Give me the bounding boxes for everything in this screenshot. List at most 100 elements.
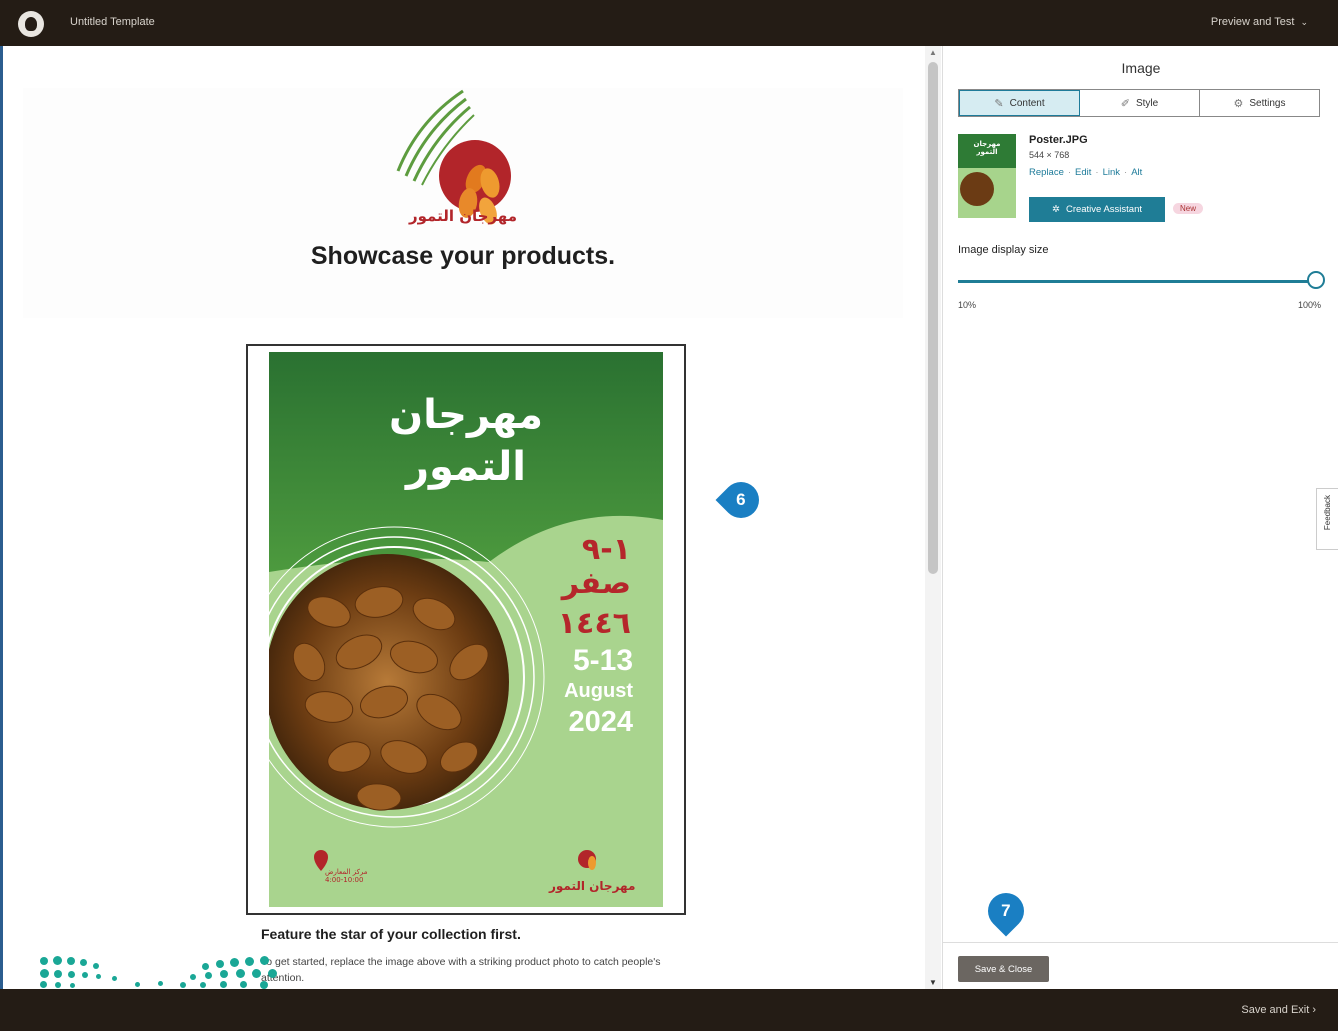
tab-settings-label: Settings xyxy=(1249,97,1286,109)
dot xyxy=(158,981,163,986)
dot xyxy=(67,957,75,965)
dot xyxy=(40,981,47,988)
dot xyxy=(260,956,269,965)
poster-hijri-days: ١-٩ xyxy=(581,532,631,567)
thumbnail-dates-circle xyxy=(960,172,994,206)
separator: · xyxy=(1124,167,1128,178)
alt-link[interactable]: Alt xyxy=(1131,167,1142,178)
dot xyxy=(220,970,228,978)
edit-link[interactable]: Edit xyxy=(1075,167,1091,178)
poster-greg-year: 2024 xyxy=(568,706,633,738)
file-actions: Replace · Edit · Link · Alt xyxy=(1029,167,1142,178)
dot xyxy=(205,972,212,979)
poster-hijri-month: صفر xyxy=(561,566,631,601)
sparkle-icon: ✲ xyxy=(1051,204,1060,215)
dot xyxy=(40,957,48,965)
dot xyxy=(70,983,75,988)
dot xyxy=(216,960,224,968)
dot xyxy=(96,974,101,979)
poster-footer-brand: مهرجان التمور xyxy=(549,879,636,893)
poster-venue: مركز المعارض 4:00-10:00 xyxy=(325,868,368,884)
dot xyxy=(68,971,75,978)
pencil-icon: ✎ xyxy=(994,97,1004,110)
dot xyxy=(54,970,62,978)
dot xyxy=(80,959,87,966)
creative-assistant-label: Creative Assistant xyxy=(1065,204,1142,215)
display-size-slider-knob[interactable] xyxy=(1307,271,1325,289)
marker-7-label: 7 xyxy=(1001,901,1011,920)
thumbnail-title: مهرجان التمور xyxy=(973,140,1001,156)
dot xyxy=(230,958,239,967)
headline-text[interactable]: Showcase your products. xyxy=(3,242,923,271)
dot xyxy=(236,969,245,978)
preview-label: Preview and Test xyxy=(1210,16,1295,28)
slider-min-label: 10% xyxy=(958,300,977,310)
feature-title[interactable]: Feature the star of your collection firs… xyxy=(261,926,521,942)
separator: · xyxy=(1067,167,1072,178)
save-and-close-button[interactable]: Save & Close xyxy=(958,956,1049,982)
preview-and-test-button[interactable]: Preview and Test ⌄ xyxy=(1211,16,1308,28)
file-dimensions: 544 × 768 xyxy=(1029,150,1070,160)
email-canvas[interactable]: مهرجان التمور Showcase your products. مه… xyxy=(3,46,923,989)
dot xyxy=(260,981,268,989)
scroll-down-icon[interactable]: ▼ xyxy=(929,978,937,987)
dot xyxy=(245,957,254,966)
dot xyxy=(135,982,140,987)
slider-max-label: 100% xyxy=(1297,300,1321,310)
canvas-scrollbar[interactable]: ▲ ▼ xyxy=(925,46,941,989)
marker-6-label: 6 xyxy=(736,490,746,509)
replace-link[interactable]: Replace xyxy=(1029,167,1064,178)
dot xyxy=(112,976,117,981)
poster-greg-month: August xyxy=(564,680,633,702)
dot xyxy=(40,969,49,978)
tab-settings[interactable]: ⚙ Settings xyxy=(1200,90,1319,116)
dot xyxy=(200,982,206,988)
dot xyxy=(202,963,209,970)
mailchimp-logo-icon[interactable] xyxy=(18,11,44,37)
poster-hijri-year: ١٤٤٦ xyxy=(557,606,631,641)
image-settings-panel: Image ✎ Content ✐ Style ⚙ Settings مهرجا… xyxy=(942,46,1338,989)
dot xyxy=(82,972,88,978)
dot xyxy=(93,963,99,969)
feedback-label: Feedback xyxy=(1323,495,1332,531)
dot xyxy=(268,969,277,978)
poster-venue-name: مركز المعارض xyxy=(325,868,368,876)
template-title[interactable]: Untitled Template xyxy=(70,16,155,28)
dot xyxy=(220,981,227,988)
separator: · xyxy=(1095,167,1099,178)
tab-content[interactable]: ✎ Content xyxy=(959,90,1080,116)
scrollbar-thumb[interactable] xyxy=(928,62,938,574)
bottom-bar: Save and Exit › xyxy=(0,989,1338,1031)
poster-image[interactable]: مهرجان التمور ١-٩ صفر ١٤٤٦ 5-13 August 2… xyxy=(269,352,663,907)
display-size-slider-track[interactable] xyxy=(958,280,1316,283)
save-and-exit-button[interactable]: Save and Exit › xyxy=(1241,1004,1316,1016)
top-bar: Untitled Template Preview and Test ⌄ xyxy=(0,0,1338,46)
panel-title: Image xyxy=(1121,60,1161,76)
brand-name-arabic: مهرجان التمور xyxy=(409,207,517,225)
panel-tabs: ✎ Content ✐ Style ⚙ Settings xyxy=(958,89,1320,117)
poster-title-line2: التمور xyxy=(406,444,526,490)
gear-icon: ⚙ xyxy=(1233,97,1244,110)
poster-title-line1: مهرجان xyxy=(388,392,544,438)
image-thumbnail: مهرجان التمور xyxy=(958,134,1016,218)
tab-style-label: Style xyxy=(1135,97,1159,109)
selected-image-block[interactable]: مهرجان التمور ١-٩ صفر ١٤٤٦ 5-13 August 2… xyxy=(246,344,686,915)
brush-icon: ✐ xyxy=(1120,97,1130,110)
dot xyxy=(55,982,61,988)
decorative-dots-logo xyxy=(40,955,280,989)
dot xyxy=(53,956,62,965)
poster-venue-hours: 4:00-10:00 xyxy=(325,876,364,884)
dot xyxy=(180,982,186,988)
chevron-down-icon: ⌄ xyxy=(1300,17,1308,27)
dot xyxy=(190,974,196,980)
scroll-up-icon[interactable]: ▲ xyxy=(929,48,937,57)
link-link[interactable]: Link xyxy=(1103,167,1120,178)
poster-greg-days: 5-13 xyxy=(572,644,633,677)
dot xyxy=(240,981,247,988)
creative-assistant-button[interactable]: ✲ Creative Assistant xyxy=(1029,197,1165,222)
panel-divider xyxy=(943,942,1338,943)
tab-style[interactable]: ✐ Style xyxy=(1080,90,1200,116)
tab-content-label: Content xyxy=(1009,97,1045,109)
feature-body[interactable]: To get started, replace the image above … xyxy=(261,954,681,986)
feedback-tab[interactable]: Feedback xyxy=(1316,488,1338,550)
